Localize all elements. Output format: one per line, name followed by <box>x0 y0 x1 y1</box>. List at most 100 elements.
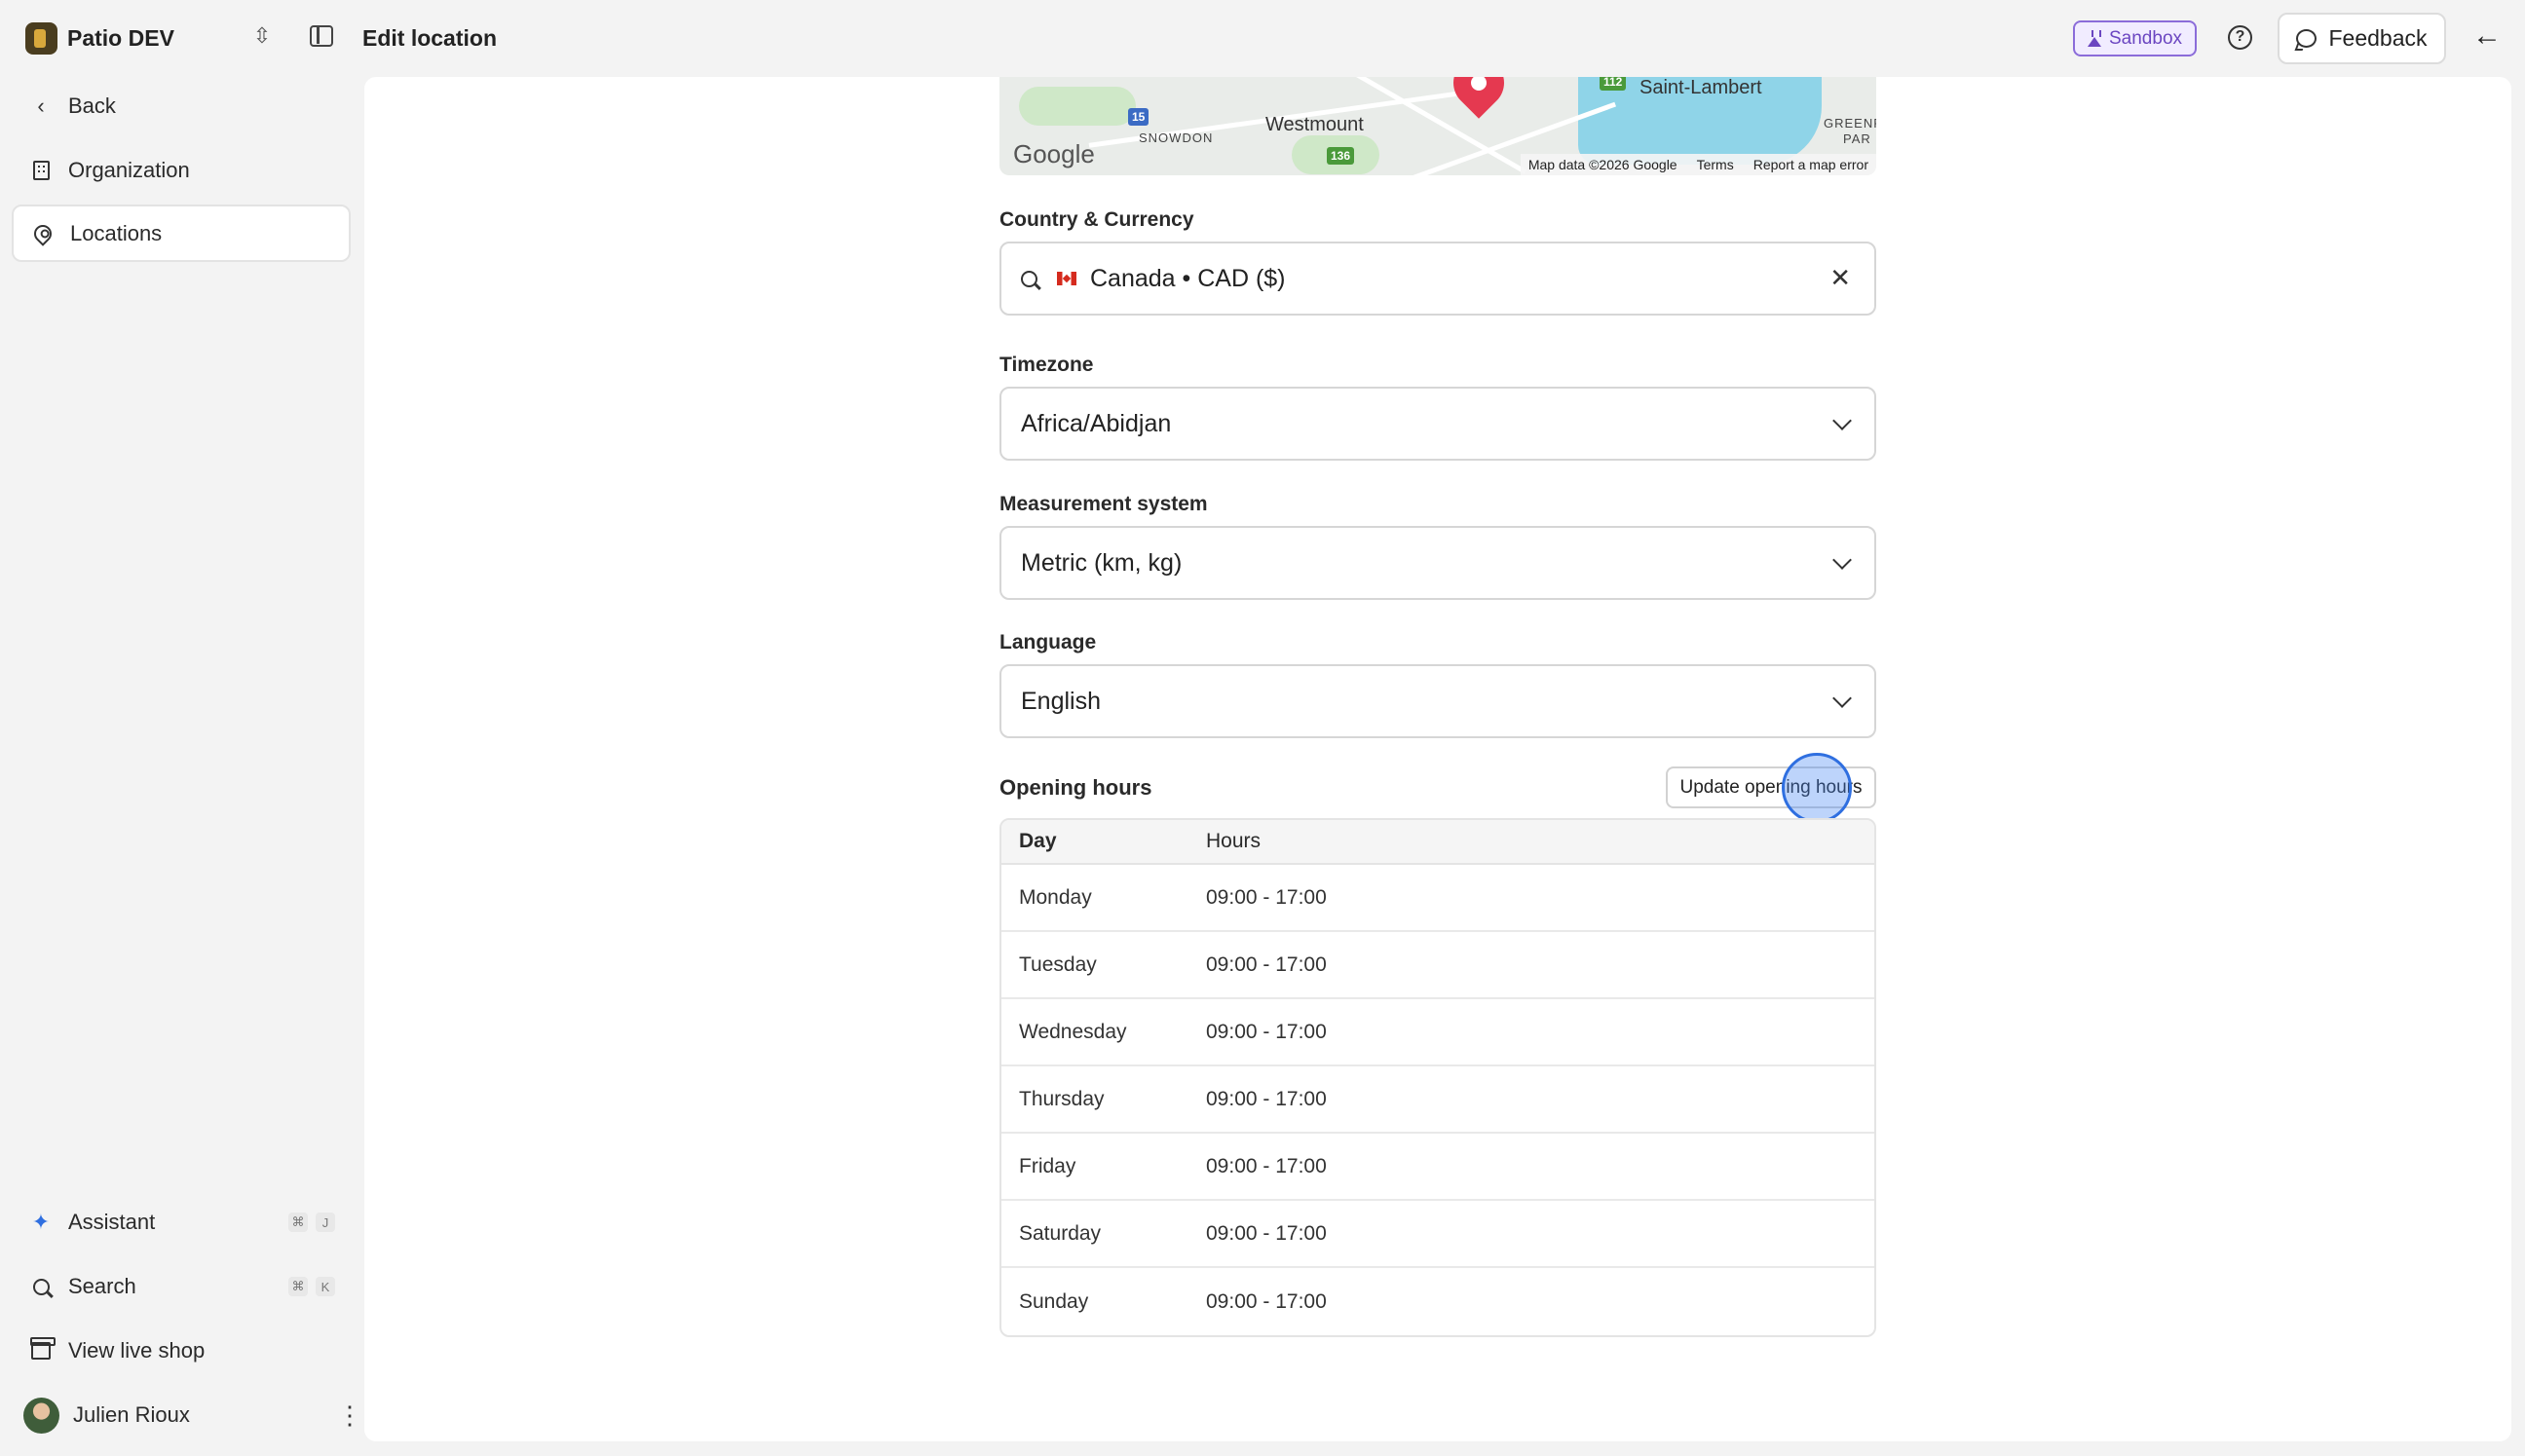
table-row: Thursday 09:00 - 17:00 <box>1001 1066 1874 1134</box>
sidebar-item-label: Locations <box>70 220 163 245</box>
map-label: GREENF <box>1824 116 1876 131</box>
search-icon <box>1021 270 1037 287</box>
user-menu[interactable]: Julien Rioux ⋮ <box>12 1390 362 1440</box>
day-cell: Tuesday <box>1019 952 1097 976</box>
language-value: English <box>1021 687 1101 715</box>
chevron-down-icon <box>1832 689 1852 708</box>
shortcut-key: ⌘ <box>288 1277 308 1296</box>
sidebar: ‹ Back Organization Locations ✦ Assistan… <box>0 77 362 1456</box>
language-select[interactable]: English <box>999 664 1876 738</box>
feedback-label: Feedback <box>2328 25 2428 51</box>
sidebar-item-search[interactable]: Search ⌘ K <box>12 1261 351 1312</box>
country-currency-label: Country & Currency <box>999 208 1194 231</box>
more-vertical-icon[interactable]: ⋮ <box>337 1402 362 1428</box>
table-row: Saturday 09:00 - 17:00 <box>1001 1201 1874 1268</box>
measurement-system-select[interactable]: Metric (km, kg) <box>999 526 1876 600</box>
sandbox-badge[interactable]: Sandbox <box>2073 20 2198 56</box>
sidebar-item-label: Search <box>68 1274 136 1298</box>
measurement-system-value: Metric (km, kg) <box>1021 548 1183 577</box>
org-logo <box>25 21 57 55</box>
sidebar-item-assistant[interactable]: ✦ Assistant ⌘ J <box>12 1197 351 1248</box>
hours-cell: 09:00 - 17:00 <box>1206 1154 1327 1177</box>
canada-flag-icon <box>1057 272 1076 285</box>
sidebar-item-locations[interactable]: Locations <box>12 205 351 262</box>
chevron-up-down-icon[interactable]: ⇳ <box>249 23 275 49</box>
sidebar-item-label: View live shop <box>68 1338 206 1363</box>
sidebar-item-organization[interactable]: Organization <box>12 141 351 199</box>
day-cell: Sunday <box>1019 1289 1089 1313</box>
building-icon-wrap <box>31 160 51 180</box>
sidebar-item-label: Assistant <box>68 1210 156 1234</box>
avatar <box>23 1397 59 1434</box>
message-bubble-icon <box>2296 29 2318 48</box>
sandbox-label: Sandbox <box>2109 27 2183 49</box>
table-row: Sunday 09:00 - 17:00 <box>1001 1268 1874 1335</box>
hours-cell: 09:00 - 17:00 <box>1206 885 1327 909</box>
table-row: Monday 09:00 - 17:00 <box>1001 865 1874 932</box>
map-park <box>1019 87 1136 126</box>
day-cell: Monday <box>1019 885 1092 909</box>
map-footer: Map data ©2026 Google Terms Report a map… <box>1520 154 1876 175</box>
clear-icon[interactable]: ✕ <box>1829 265 1851 290</box>
table-row: Wednesday 09:00 - 17:00 <box>1001 999 1874 1066</box>
help-icon[interactable]: ? <box>2228 25 2252 50</box>
timezone-select[interactable]: Africa/Abidjan <box>999 387 1876 461</box>
sidebar-item-label: Organization <box>68 157 190 182</box>
timezone-label: Timezone <box>999 354 1094 376</box>
day-cell: Wednesday <box>1019 1020 1127 1043</box>
click-indicator <box>1782 753 1852 823</box>
page-title: Edit location <box>362 25 497 51</box>
search-icon-wrap <box>31 1277 51 1296</box>
country-currency-value: Canada • CAD ($) <box>1090 264 1286 292</box>
chevron-down-icon <box>1832 411 1852 430</box>
map-terms-link[interactable]: Terms <box>1697 157 1734 172</box>
table-row: Friday 09:00 - 17:00 <box>1001 1134 1874 1201</box>
column-header-day: Day <box>1019 830 1057 852</box>
country-currency-combobox[interactable]: Canada • CAD ($) ✕ <box>999 242 1876 316</box>
route-shield: 136 <box>1327 147 1355 165</box>
hours-cell: 09:00 - 17:00 <box>1206 1087 1327 1110</box>
route-shield: 112 <box>1600 77 1627 91</box>
location-map[interactable]: Saint-Lambert Westmount SNOWDON GREENF P… <box>999 77 1876 175</box>
google-logo: Google <box>1013 139 1095 168</box>
hours-cell: 09:00 - 17:00 <box>1206 1289 1327 1313</box>
map-pin-marker[interactable] <box>1443 77 1515 119</box>
map-label: SNOWDON <box>1139 131 1214 145</box>
map-label: Westmount <box>1265 114 1364 135</box>
user-name: Julien Rioux <box>73 1402 190 1427</box>
language-label: Language <box>999 631 1097 653</box>
opening-hours-title: Opening hours <box>999 775 1152 800</box>
map-label: Saint-Lambert <box>1639 77 1762 98</box>
top-bar: Patio DEV ⇳ Edit location Sandbox ? Feed… <box>0 0 2525 77</box>
column-header-hours: Hours <box>1206 830 1262 852</box>
org-switcher[interactable]: Patio DEV <box>25 21 174 55</box>
arrow-left-icon[interactable]: ← <box>2472 21 2502 51</box>
sidebar-toggle-icon[interactable] <box>310 25 333 47</box>
search-icon <box>32 1278 50 1295</box>
flask-icon <box>2088 30 2101 47</box>
chevron-left-icon: ‹ <box>37 93 45 118</box>
sidebar-item-back[interactable]: ‹ Back <box>12 77 351 134</box>
shortcut-key: K <box>316 1277 335 1296</box>
timezone-value: Africa/Abidjan <box>1021 409 1172 437</box>
store-icon-wrap <box>30 1337 56 1361</box>
map-pin-icon-wrap <box>30 220 56 246</box>
org-name: Patio DEV <box>67 24 174 51</box>
sidebar-item-view-live-shop[interactable]: View live shop <box>12 1325 351 1376</box>
map-attribution: Map data ©2026 Google <box>1527 157 1677 172</box>
map-label: PAR <box>1843 131 1871 146</box>
sparkle-icon: ✦ <box>31 1210 51 1234</box>
opening-hours-table: Day Hours Monday 09:00 - 17:00 Tuesday 0… <box>999 818 1876 1337</box>
measurement-system-label: Measurement system <box>999 493 1208 515</box>
hours-cell: 09:00 - 17:00 <box>1206 1221 1327 1245</box>
feedback-button[interactable]: Feedback <box>2278 13 2446 64</box>
shortcut-key: ⌘ <box>288 1213 308 1232</box>
day-cell: Saturday <box>1019 1221 1102 1245</box>
map-report-link[interactable]: Report a map error <box>1753 157 1868 172</box>
shortcut-key: J <box>316 1213 335 1232</box>
sidebar-item-label: Back <box>68 93 116 118</box>
store-icon <box>30 1337 56 1360</box>
hours-cell: 09:00 - 17:00 <box>1206 952 1327 976</box>
main-content: Saint-Lambert Westmount SNOWDON GREENF P… <box>364 77 2511 1441</box>
chevron-down-icon <box>1832 550 1852 570</box>
